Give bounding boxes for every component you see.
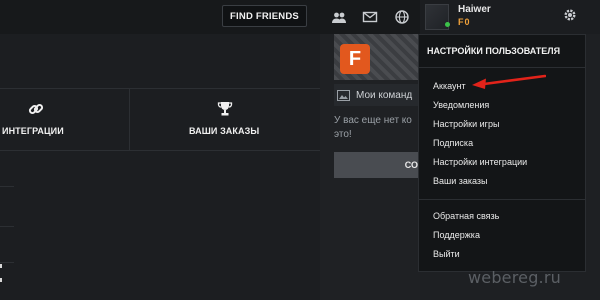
gear-icon[interactable] (562, 7, 578, 23)
edge-fragment (0, 264, 2, 268)
divider (0, 226, 14, 227)
divider (418, 199, 586, 200)
menu-item-integration-settings[interactable]: Настройки интеграции (433, 157, 527, 167)
watermark: webereg.ru (468, 268, 561, 287)
dropdown-title: НАСТРОЙКИ ПОЛЬЗОВАТЕЛЯ (427, 46, 561, 56)
edge-fragment (0, 278, 2, 282)
divider (0, 150, 320, 151)
my-teams-label: Мои команд (356, 89, 413, 101)
divider (418, 67, 586, 68)
divider (129, 88, 130, 150)
red-arrow-annotation (472, 74, 546, 89)
create-team-button[interactable]: СО (334, 152, 420, 178)
divider (0, 88, 320, 89)
online-status-dot (445, 22, 450, 27)
mail-icon[interactable] (362, 9, 378, 25)
menu-item-account[interactable]: Аккаунт (433, 81, 466, 91)
points-badge: F0 (458, 17, 470, 27)
divider (0, 262, 14, 263)
my-teams-header[interactable]: Мои команд (334, 84, 420, 106)
link-icon[interactable] (27, 100, 45, 118)
menu-item-feedback[interactable]: Обратная связь (433, 211, 499, 221)
find-friends-button[interactable]: FIND FRIENDS (222, 5, 307, 27)
menu-item-logout[interactable]: Выйти (433, 249, 460, 259)
menu-item-notifications[interactable]: Уведомления (433, 100, 489, 110)
faceit-logo: F (340, 44, 370, 74)
menu-item-support[interactable]: Поддержка (433, 230, 480, 240)
menu-item-orders[interactable]: Ваши заказы (433, 176, 488, 186)
no-team-message: У вас еще нет ко это! (334, 115, 412, 140)
points-value: 0 (464, 17, 470, 27)
main-content-panel (0, 34, 320, 300)
globe-icon[interactable] (394, 9, 410, 25)
menu-item-game-settings[interactable]: Настройки игры (433, 119, 499, 129)
trophy-icon[interactable] (216, 100, 234, 118)
username[interactable]: Haiwer (458, 4, 491, 15)
points-icon: F (458, 17, 464, 27)
image-icon (337, 89, 350, 101)
divider (0, 186, 14, 187)
orders-tile[interactable]: ВАШИ ЗАКАЗЫ (189, 126, 259, 136)
menu-item-subscription[interactable]: Подписка (433, 138, 473, 148)
integrations-tile[interactable]: ИНТЕГРАЦИИ (2, 126, 64, 136)
friends-icon[interactable] (331, 9, 347, 25)
